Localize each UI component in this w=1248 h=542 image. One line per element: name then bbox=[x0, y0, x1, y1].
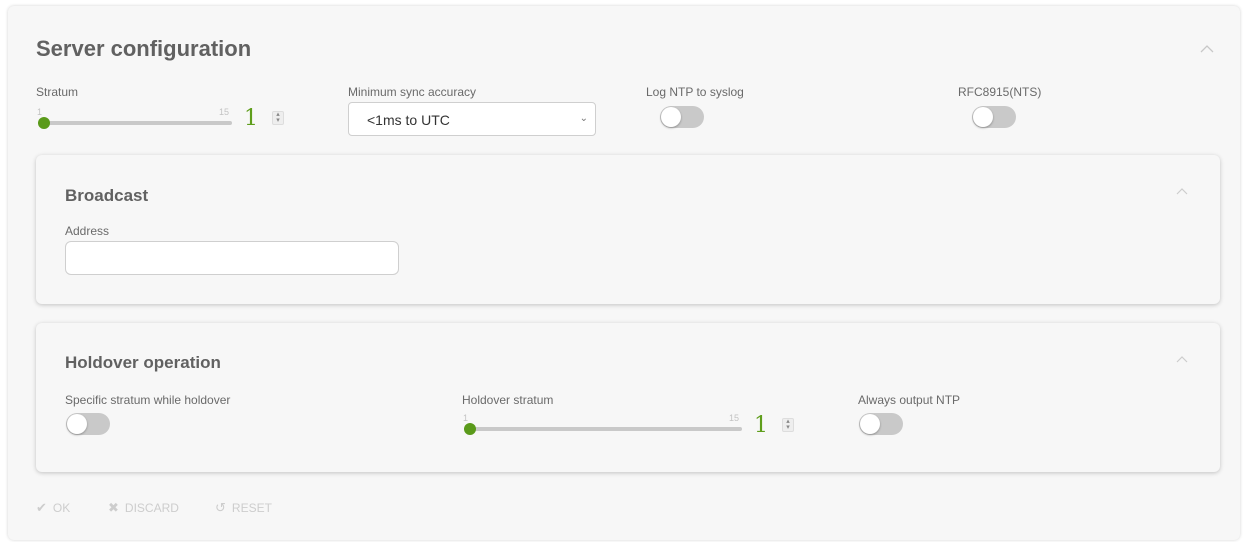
rfc8915-toggle[interactable] bbox=[972, 106, 1016, 128]
stratum-min: 1 bbox=[37, 107, 43, 117]
min-sync-accuracy-value: <1ms to UTC bbox=[367, 112, 450, 128]
min-sync-accuracy-select[interactable]: <1ms to UTC ⌄ bbox=[348, 102, 596, 136]
holdover-stratum-stepper[interactable]: ▴ ▾ bbox=[782, 418, 794, 432]
holdover-stratum-thumb[interactable] bbox=[464, 423, 476, 435]
holdover-title: Holdover operation bbox=[65, 353, 221, 372]
broadcast-panel: Broadcast Address bbox=[36, 155, 1220, 304]
specific-stratum-label: Specific stratum while holdover bbox=[65, 393, 231, 407]
holdover-stratum-slider[interactable]: 1 15 bbox=[462, 413, 746, 439]
stratum-value: 1 bbox=[244, 106, 258, 131]
ok-button[interactable]: ✔ OK bbox=[36, 500, 70, 516]
always-output-toggle[interactable] bbox=[859, 413, 903, 435]
holdover-stratum-track[interactable] bbox=[464, 427, 742, 431]
discard-label: DISCARD bbox=[124, 501, 179, 515]
stratum-label: Stratum bbox=[36, 85, 79, 99]
stratum-max: 15 bbox=[219, 107, 230, 117]
address-input[interactable] bbox=[65, 241, 399, 275]
reset-button[interactable]: ↺ RESET bbox=[215, 500, 272, 516]
holdover-stratum-label: Holdover stratum bbox=[462, 393, 554, 407]
holdover-stratum-max: 15 bbox=[729, 413, 740, 423]
discard-button[interactable]: ✖ DISCARD bbox=[108, 500, 179, 516]
broadcast-title: Broadcast bbox=[65, 186, 149, 205]
stratum-thumb[interactable] bbox=[38, 117, 50, 129]
min-sync-accuracy-label: Minimum sync accuracy bbox=[348, 85, 477, 99]
page-title: Server configuration bbox=[36, 36, 252, 61]
chevron-up-icon[interactable] bbox=[1200, 44, 1214, 58]
undo-icon: ↺ bbox=[215, 500, 226, 515]
holdover-stratum-value: 1 bbox=[754, 413, 768, 438]
stratum-stepper[interactable]: ▴ ▾ bbox=[272, 111, 284, 125]
specific-stratum-toggle[interactable] bbox=[66, 413, 110, 435]
log-ntp-toggle[interactable] bbox=[660, 106, 704, 128]
check-icon: ✔ bbox=[36, 500, 47, 515]
server-configuration-card: Server configuration Stratum 1 15 1 ▴ ▾ M… bbox=[8, 6, 1240, 540]
holdover-stratum-min: 1 bbox=[463, 413, 469, 423]
stratum-track[interactable] bbox=[38, 121, 232, 125]
reset-label: RESET bbox=[231, 501, 272, 515]
x-icon: ✖ bbox=[108, 500, 119, 515]
holdover-panel: Holdover operation Specific stratum whil… bbox=[36, 323, 1220, 472]
chevron-down-icon: ⌄ bbox=[579, 113, 588, 124]
rfc8915-label: RFC8915(NTS) bbox=[958, 85, 1042, 99]
chevron-up-icon[interactable] bbox=[1176, 187, 1190, 201]
chevron-up-icon[interactable] bbox=[1176, 355, 1190, 369]
log-ntp-label: Log NTP to syslog bbox=[646, 85, 744, 99]
ok-label: OK bbox=[52, 501, 71, 515]
stratum-slider[interactable]: 1 15 bbox=[36, 107, 236, 133]
always-output-label: Always output NTP bbox=[858, 393, 961, 407]
address-label: Address bbox=[65, 224, 110, 238]
